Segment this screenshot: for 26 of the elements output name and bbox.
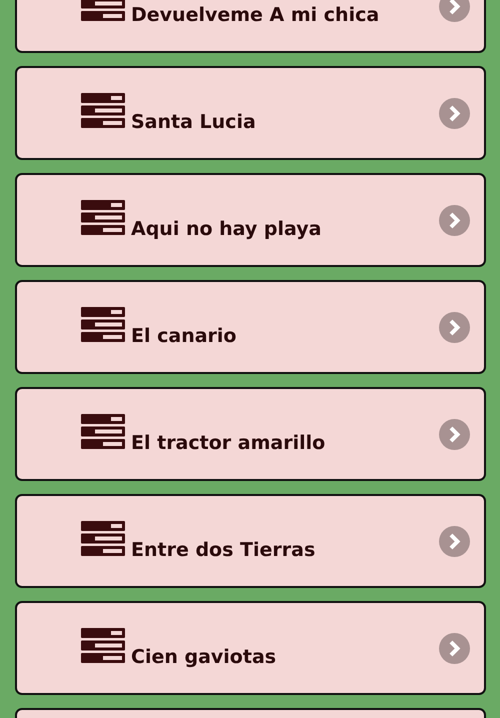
song-item[interactable]: Entre dos Tierras xyxy=(15,494,486,588)
song-title: Aqui no hay playa xyxy=(131,218,322,238)
song-item[interactable]: Santa Lucia xyxy=(15,66,486,160)
song-item[interactable]: El tractor amarillo xyxy=(15,387,486,481)
chevron-icon xyxy=(439,418,470,450)
chevron-icon xyxy=(439,526,470,556)
list-icon xyxy=(81,414,125,448)
chevron-icon xyxy=(439,98,470,128)
list-icon xyxy=(81,520,125,556)
chevron-icon xyxy=(439,312,470,342)
chevron-icon xyxy=(439,632,470,664)
song-title: El canario xyxy=(131,326,236,346)
song-item[interactable]: Devuelveme A mi chica xyxy=(15,0,486,53)
song-title: Devuelveme A mi chica xyxy=(131,4,380,24)
song-item[interactable]: El canario xyxy=(15,280,486,374)
list-icon xyxy=(81,628,125,662)
song-item[interactable]: Cien gaviotas xyxy=(15,601,486,695)
song-title: Santa Lucia xyxy=(131,112,256,132)
song-title: Cien gaviotas xyxy=(131,646,276,666)
chevron-icon xyxy=(439,204,470,236)
song-title: Entre dos Tierras xyxy=(131,540,316,560)
list-icon xyxy=(81,200,125,234)
song-title: El tractor amarillo xyxy=(131,432,326,452)
list-icon xyxy=(81,92,125,128)
list-icon xyxy=(81,306,125,342)
song-item[interactable]: Aqui no hay playa xyxy=(15,173,486,267)
